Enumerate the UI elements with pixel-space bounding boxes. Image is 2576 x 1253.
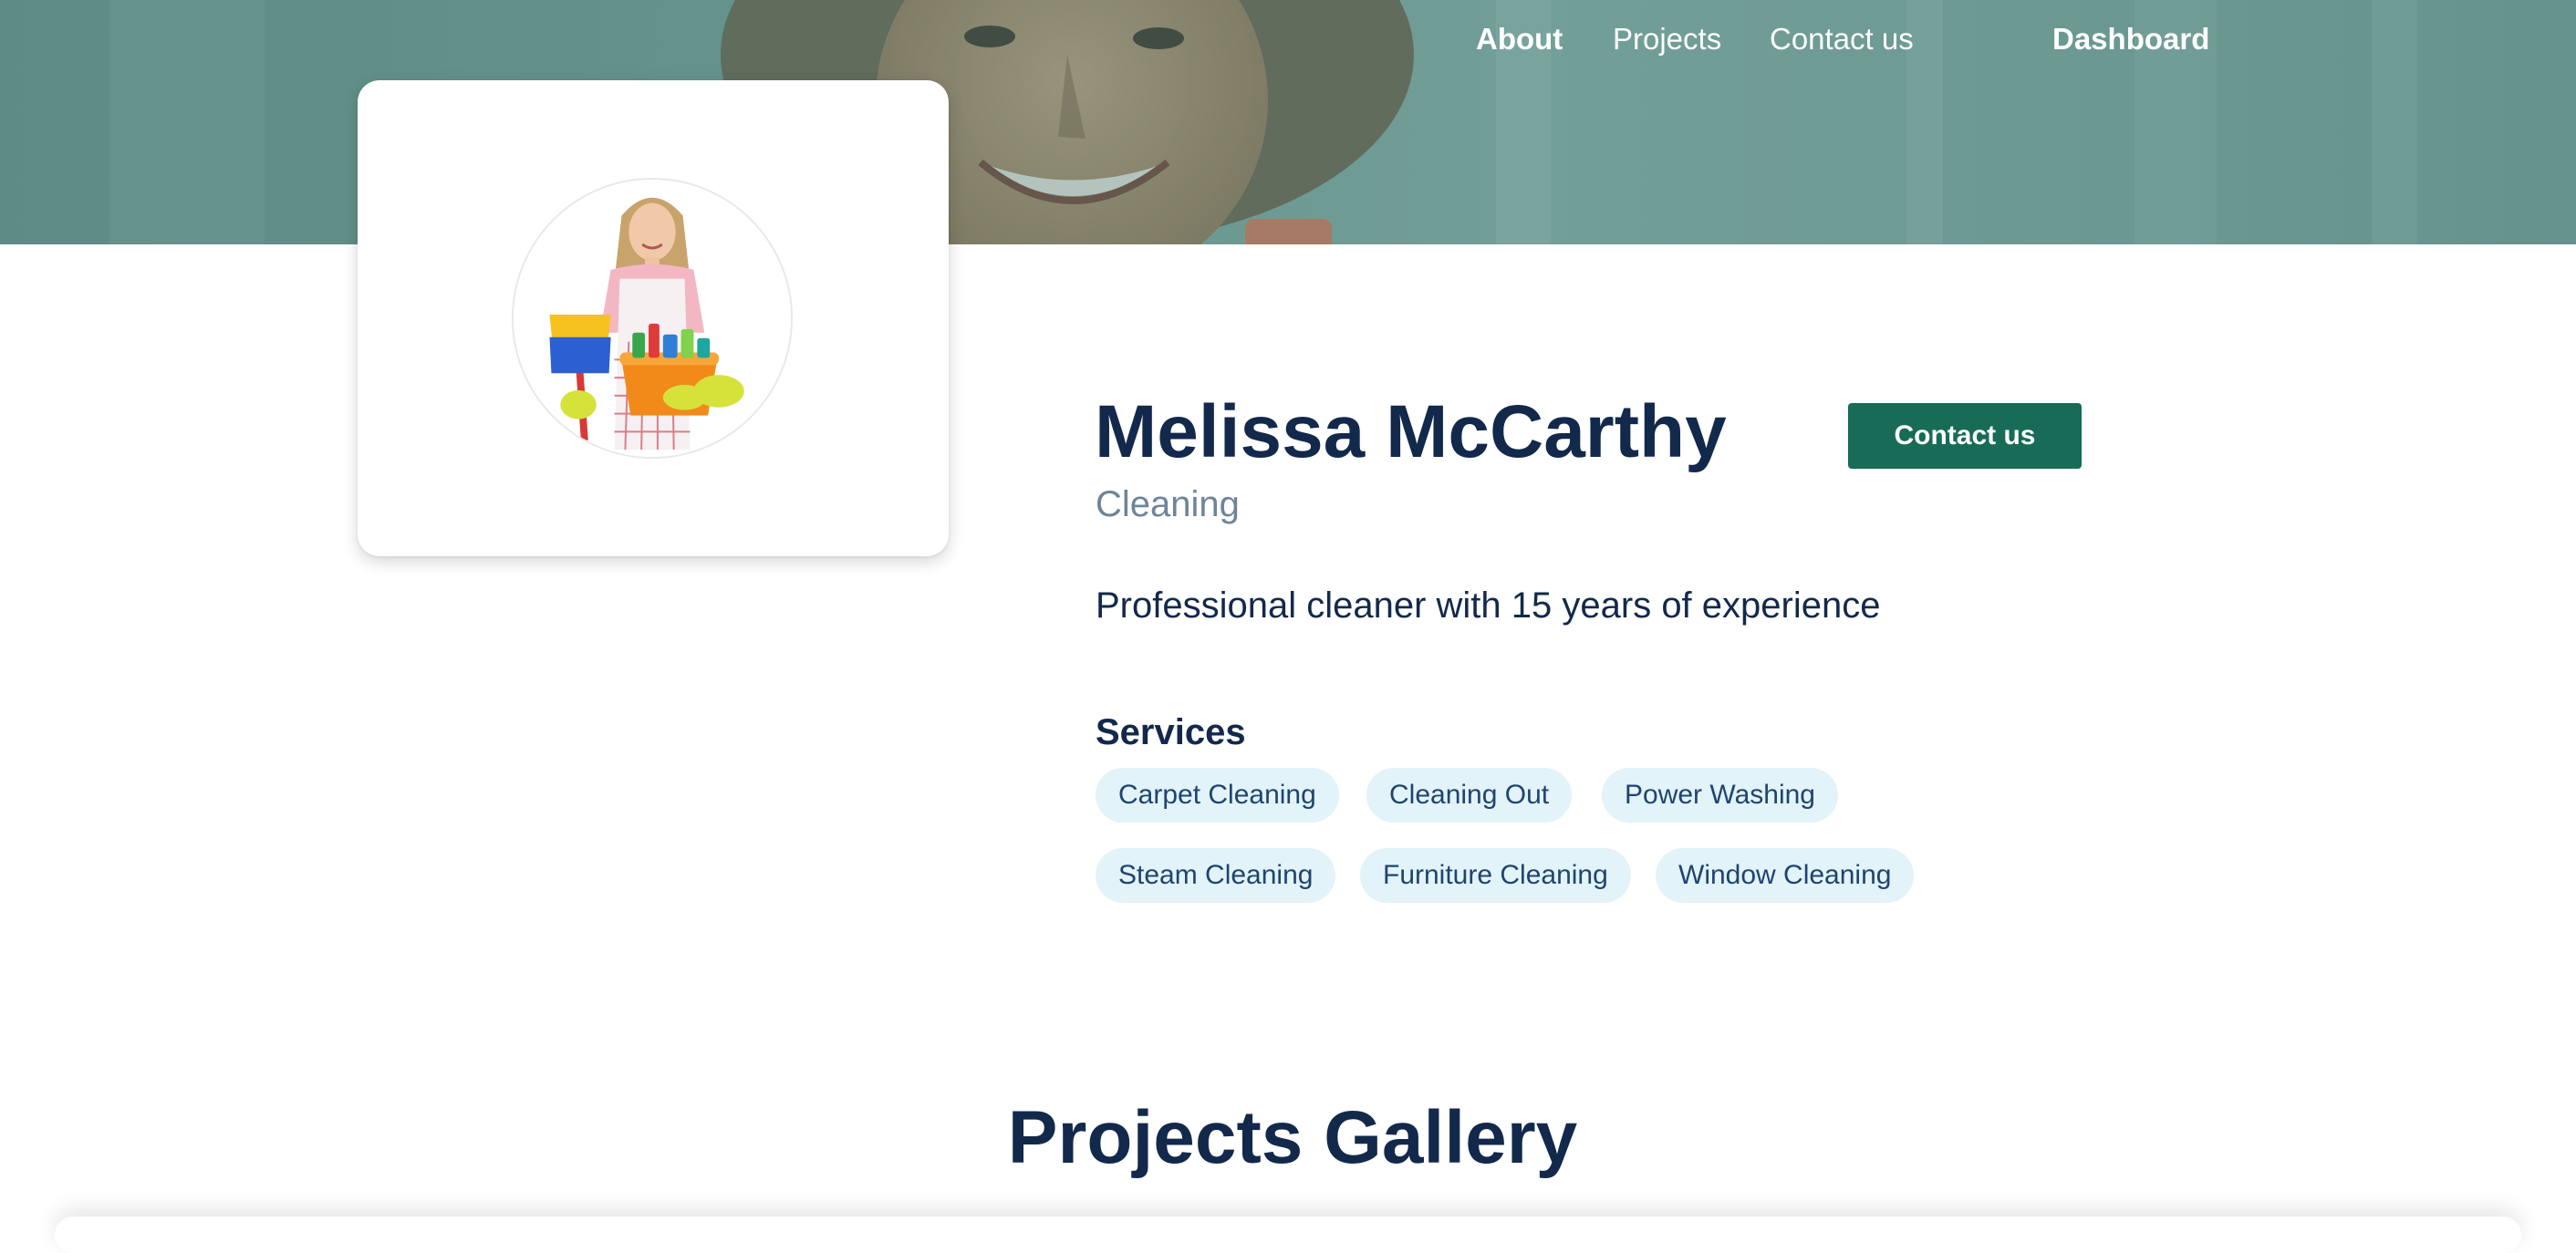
service-tag: Steam Cleaning — [1096, 848, 1336, 903]
service-tag: Window Cleaning — [1656, 848, 1915, 903]
projects-gallery-title: Projects Gallery — [1007, 1096, 1578, 1179]
service-tag: Power Washing — [1602, 768, 1838, 823]
gallery-container — [55, 1217, 2521, 1253]
avatar-image — [514, 180, 791, 457]
profile-name: Melissa McCarthy — [1095, 390, 1727, 473]
contact-us-button[interactable]: Contact us — [1848, 403, 2082, 469]
profile-category: Cleaning — [1096, 484, 1240, 524]
avatar — [512, 178, 793, 459]
service-tag: Cleaning Out — [1366, 768, 1573, 823]
profile-bio: Professional cleaner with 15 years of ex… — [1096, 585, 1881, 626]
service-tag: Furniture Cleaning — [1360, 848, 1631, 903]
profile-card — [358, 80, 949, 556]
services-heading: Services — [1096, 712, 1246, 752]
nav-dashboard-link[interactable]: Dashboard — [2052, 18, 2209, 60]
nav-about-link[interactable]: About — [1476, 18, 1563, 60]
nav-contact-link[interactable]: Contact us — [1770, 18, 1914, 60]
service-tag: Carpet Cleaning — [1096, 768, 1339, 823]
nav-projects-link[interactable]: Projects — [1613, 18, 1721, 60]
